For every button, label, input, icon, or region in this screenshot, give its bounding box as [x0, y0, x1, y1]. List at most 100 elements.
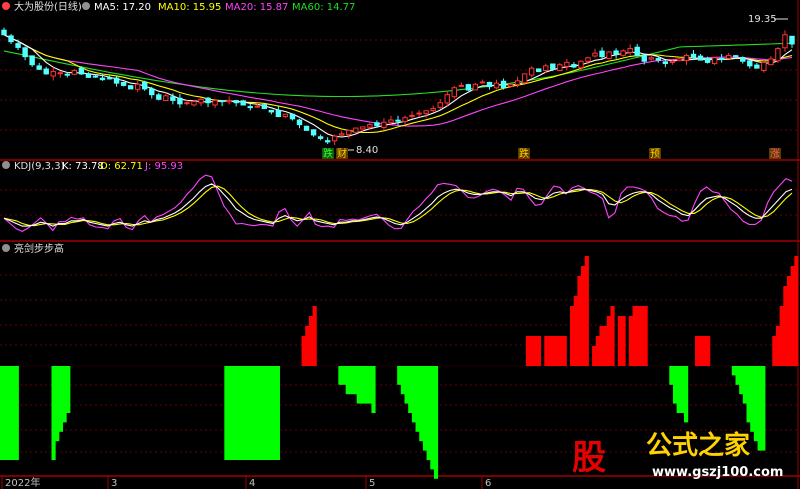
candle-body[interactable] — [15, 43, 21, 48]
candle-body[interactable] — [704, 57, 711, 63]
candle-body[interactable] — [324, 140, 331, 143]
candle-body[interactable] — [92, 75, 99, 78]
candle-body[interactable] — [163, 95, 169, 101]
candle-body[interactable] — [754, 64, 760, 69]
candle-body[interactable] — [317, 136, 324, 139]
candle-body[interactable] — [782, 34, 788, 49]
candle-body[interactable] — [395, 119, 401, 122]
candle-body[interactable] — [374, 122, 380, 127]
candle-body[interactable] — [451, 87, 457, 98]
candle-body[interactable] — [486, 81, 493, 88]
candle-body[interactable] — [240, 100, 246, 106]
candle-body[interactable] — [437, 102, 443, 108]
candle-body[interactable] — [127, 85, 134, 90]
candle-body[interactable] — [409, 114, 415, 117]
candle-body[interactable] — [697, 55, 704, 61]
indicator-settings-icon[interactable] — [2, 244, 10, 252]
candle-body[interactable] — [113, 77, 120, 84]
candle-body[interactable] — [718, 57, 725, 60]
candle-body[interactable] — [423, 110, 429, 114]
candle-body[interactable] — [648, 57, 654, 60]
candle-body[interactable] — [8, 35, 14, 43]
candle-body[interactable] — [289, 113, 296, 120]
candle-body[interactable] — [64, 73, 71, 76]
candle-body[interactable] — [191, 101, 197, 106]
candle-body[interactable] — [564, 61, 570, 67]
candle-body[interactable] — [493, 82, 500, 89]
candle-body[interactable] — [275, 109, 282, 118]
candle-body[interactable] — [669, 60, 676, 63]
candle-body[interactable] — [634, 46, 640, 56]
kdj-settings-icon[interactable] — [2, 161, 10, 169]
candle-body[interactable] — [761, 61, 767, 71]
candle-body[interactable] — [606, 51, 612, 60]
candle-body[interactable] — [71, 69, 78, 75]
candle-body[interactable] — [683, 54, 690, 62]
candle-body[interactable] — [254, 105, 260, 108]
candle-body[interactable] — [507, 83, 514, 87]
candle-body[interactable] — [725, 54, 732, 59]
candle-body[interactable] — [85, 73, 92, 78]
candle-body[interactable] — [134, 83, 141, 90]
candle-body[interactable] — [339, 133, 345, 136]
settings-icon[interactable] — [2, 2, 10, 10]
candle-body[interactable] — [472, 83, 479, 91]
candle-body[interactable] — [346, 129, 352, 135]
candle-body[interactable] — [550, 63, 556, 70]
candle-body[interactable] — [676, 58, 683, 62]
candle-body[interactable] — [303, 125, 310, 131]
candle-body[interactable] — [627, 48, 633, 53]
candle-body[interactable] — [310, 129, 317, 136]
candle-body[interactable] — [50, 71, 56, 77]
candle-body[interactable] — [367, 124, 373, 128]
candle-body[interactable] — [479, 81, 486, 84]
candle-body[interactable] — [775, 48, 781, 62]
candle-body[interactable] — [733, 55, 739, 58]
candle-body[interactable] — [170, 96, 176, 101]
candle-body[interactable] — [282, 113, 289, 118]
candle-body[interactable] — [353, 127, 359, 133]
candle-body[interactable] — [789, 35, 795, 45]
candle-body[interactable] — [261, 104, 268, 109]
candle-body[interactable] — [690, 53, 697, 59]
candle-body[interactable] — [205, 97, 211, 104]
candle-body[interactable] — [149, 88, 155, 96]
candle-body[interactable] — [458, 84, 465, 87]
candle-body[interactable] — [430, 107, 436, 112]
candle-body[interactable] — [233, 100, 239, 104]
candle-body[interactable] — [578, 60, 584, 69]
candle-body[interactable] — [740, 57, 746, 62]
candle-body[interactable] — [662, 61, 669, 65]
candle-body[interactable] — [99, 77, 106, 81]
candle-body[interactable] — [120, 81, 127, 86]
candle-body[interactable] — [268, 109, 275, 113]
candle-body[interactable] — [381, 121, 387, 128]
candle-body[interactable] — [402, 117, 408, 123]
candle-body[interactable] — [613, 50, 619, 55]
candle-body[interactable] — [768, 58, 774, 66]
candle-body[interactable] — [592, 52, 598, 57]
candle-body[interactable] — [655, 58, 662, 61]
candle-body[interactable] — [585, 57, 591, 62]
candle-body[interactable] — [247, 106, 253, 109]
candle-body[interactable] — [557, 64, 563, 72]
candle-body[interactable] — [465, 84, 472, 91]
candle-body[interactable] — [296, 119, 303, 126]
candle-body[interactable] — [620, 50, 626, 56]
candle-body[interactable] — [571, 64, 577, 68]
candle-body[interactable] — [36, 65, 42, 70]
candle-body[interactable] — [536, 68, 542, 73]
candle-body[interactable] — [106, 77, 113, 80]
candle-body[interactable] — [198, 98, 204, 104]
candle-body[interactable] — [599, 50, 605, 58]
candle-body[interactable] — [514, 80, 521, 86]
candle-body[interactable] — [43, 68, 49, 75]
candle-body[interactable] — [226, 99, 232, 103]
candle-body[interactable] — [177, 97, 183, 105]
candle-body[interactable] — [57, 72, 63, 75]
candle-body[interactable] — [22, 47, 28, 58]
candle-body[interactable] — [528, 67, 535, 76]
candle-body[interactable] — [444, 94, 450, 104]
candle-body[interactable] — [331, 135, 338, 142]
candle-body[interactable] — [219, 100, 225, 103]
